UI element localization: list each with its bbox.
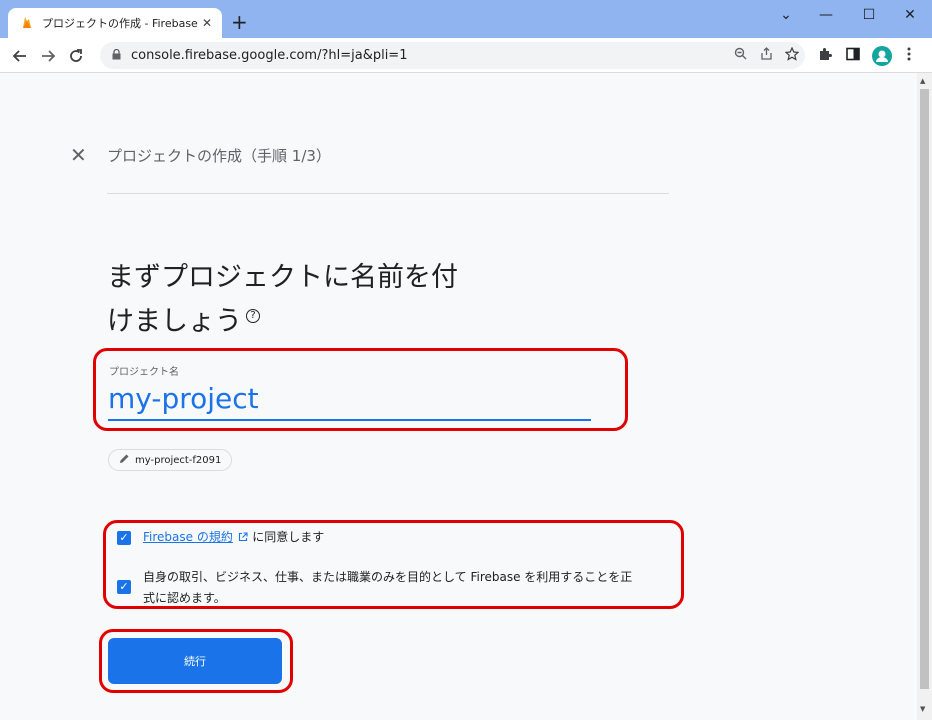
title-bar: プロジェクトの作成 - Firebase コンソール ✕ + ⌄ — ☐ ✕ — [0, 0, 932, 38]
page-heading: まずプロジェクトに名前を付 けましょう? — [107, 256, 527, 344]
profile-avatar[interactable] — [872, 46, 892, 66]
project-name-label: プロジェクト名 — [109, 367, 179, 378]
heading-line-1: まずプロジェクトに名前を付 — [107, 262, 458, 293]
back-icon[interactable] — [10, 46, 30, 66]
step-title: プロジェクトの作成（手順 1/3） — [107, 147, 331, 165]
purpose-text: 自身の取引、ビジネス、仕事、または職業のみを目的として Firebase を利用… — [143, 567, 683, 609]
purpose-text-line-2: 式に認めます。 — [143, 591, 226, 605]
address-bar[interactable]: console.firebase.google.com/?hl=ja&pli=1 — [100, 42, 805, 69]
heading-line-2-text: けましょう — [107, 306, 242, 337]
page-content: ✕ プロジェクトの作成（手順 1/3） まずプロジェクトに名前を付 けましょう?… — [0, 73, 917, 720]
scroll-up-icon[interactable]: ▲ — [920, 77, 925, 85]
sidepanel-icon[interactable] — [846, 47, 860, 65]
browser-tab[interactable]: プロジェクトの作成 - Firebase コンソール ✕ — [8, 8, 222, 38]
divider — [107, 193, 669, 194]
star-icon[interactable] — [779, 46, 805, 65]
project-name-input[interactable] — [108, 377, 591, 421]
continue-button[interactable]: 続行 — [108, 638, 282, 684]
edit-pencil-icon — [119, 453, 130, 467]
terms-checkbox[interactable]: ✓ — [117, 531, 131, 545]
scrollbar-thumb[interactable] — [920, 89, 929, 689]
project-id-chip[interactable]: my-project-f2091 — [108, 449, 233, 471]
lock-icon[interactable] — [112, 48, 121, 63]
heading-line-2: けましょう? — [107, 300, 527, 344]
help-icon[interactable]: ? — [246, 309, 260, 323]
url-text[interactable]: console.firebase.google.com/?hl=ja&pli=1 — [131, 48, 727, 63]
firebase-icon — [23, 17, 31, 28]
project-id-text: my-project-f2091 — [135, 454, 222, 466]
minimize-button[interactable]: — — [806, 0, 846, 30]
menu-icon[interactable] — [907, 47, 911, 65]
close-wizard-icon[interactable]: ✕ — [70, 145, 87, 165]
tab-search-icon[interactable]: ⌄ — [766, 0, 806, 30]
terms-text: Firebase の規約 に同意します — [143, 527, 324, 549]
extensions-icon[interactable] — [818, 47, 832, 65]
scroll-down-icon[interactable]: ▼ — [920, 705, 925, 713]
purpose-checkbox[interactable]: ✓ — [117, 580, 131, 594]
browser-toolbar: console.firebase.google.com/?hl=ja&pli=1 — [0, 38, 932, 73]
new-tab-button[interactable]: + — [231, 12, 248, 32]
maximize-button[interactable]: ☐ — [849, 0, 889, 30]
tab-close-icon[interactable]: ✕ — [200, 16, 214, 30]
tab-title: プロジェクトの作成 - Firebase コンソール — [42, 17, 200, 30]
terms-suffix: に同意します — [252, 530, 325, 544]
window-close-button[interactable]: ✕ — [890, 0, 930, 30]
forward-icon[interactable] — [38, 46, 58, 66]
reload-icon[interactable] — [66, 46, 86, 66]
share-icon[interactable] — [753, 47, 779, 64]
purpose-text-line-1: 自身の取引、ビジネス、仕事、または職業のみを目的として Firebase を利用… — [143, 570, 633, 584]
page-scrollbar[interactable]: ▲ ▼ — [917, 73, 932, 720]
terms-link[interactable]: Firebase の規約 — [143, 530, 233, 544]
external-link-icon — [233, 532, 252, 544]
zoom-icon[interactable] — [727, 47, 753, 64]
